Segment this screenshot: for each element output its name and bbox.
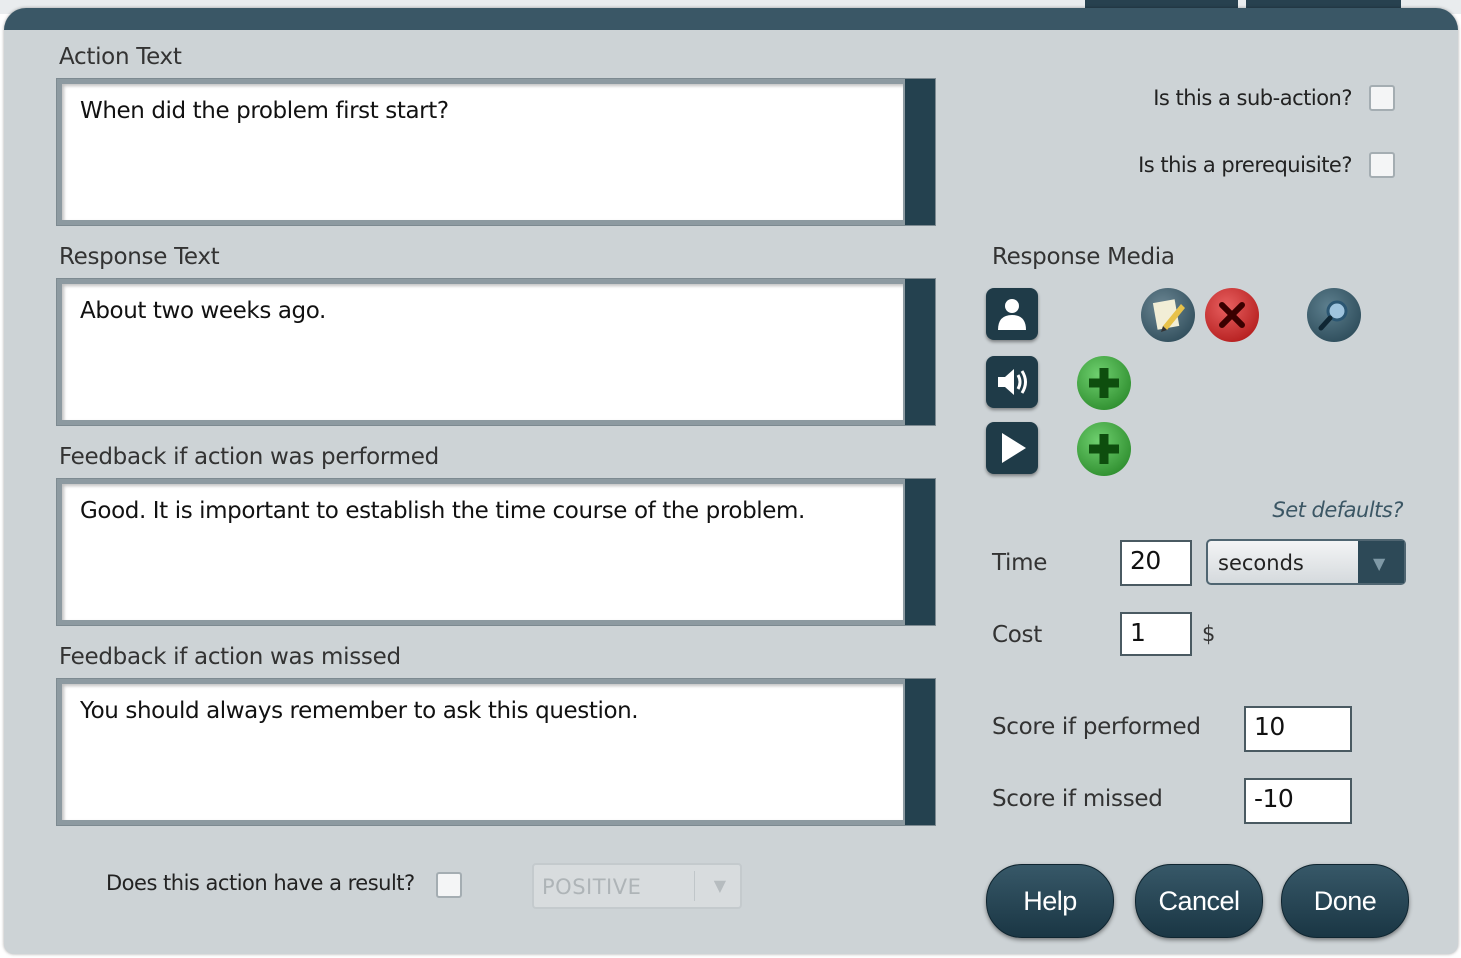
view-icon — [1318, 300, 1348, 331]
edit-media-button[interactable] — [1141, 288, 1195, 342]
time-unit-select[interactable]: seconds ▼ — [1206, 539, 1406, 585]
play-icon — [1002, 433, 1026, 463]
set-defaults-link[interactable]: Set defaults? — [1272, 498, 1403, 522]
action-text-label: Action Text — [59, 44, 182, 70]
feedback-missed-input[interactable]: You should always remember to ask this q… — [62, 684, 903, 820]
time-unit-value: seconds — [1218, 551, 1304, 575]
feedback-missed-area[interactable]: You should always remember to ask this q… — [56, 678, 936, 826]
prerequisite-checkbox[interactable] — [1369, 152, 1395, 178]
add-icon — [1089, 434, 1119, 464]
score-missed-input[interactable]: -10 — [1244, 778, 1352, 824]
prerequisite-label: Is this a prerequisite? — [1138, 153, 1352, 177]
response-text-input[interactable]: About two weeks ago. — [62, 284, 903, 420]
feedback-missed-scrollbar[interactable] — [905, 679, 935, 825]
help-button[interactable]: Help — [986, 864, 1114, 938]
score-missed-label: Score if missed — [992, 786, 1163, 812]
feedback-performed-area[interactable]: Good. It is important to establish the t… — [56, 478, 936, 626]
response-text-scrollbar[interactable] — [905, 279, 935, 425]
result-select-divider — [694, 871, 695, 901]
cost-label: Cost — [992, 622, 1042, 648]
has-result-checkbox[interactable] — [436, 872, 462, 898]
action-editor-dialog: Action Text When did the problem first s… — [4, 8, 1458, 954]
cost-unit: $ — [1202, 622, 1216, 646]
result-select-value: POSITIVE — [542, 875, 642, 899]
delete-icon — [1219, 302, 1245, 328]
add-icon — [1089, 368, 1119, 398]
cancel-button[interactable]: Cancel — [1135, 864, 1263, 938]
feedback-performed-label: Feedback if action was performed — [59, 444, 439, 470]
video-media-button[interactable] — [986, 422, 1038, 474]
feedback-missed-label: Feedback if action was missed — [59, 644, 401, 670]
add-video-button[interactable] — [1077, 422, 1131, 476]
has-result-label: Does this action have a result? — [106, 871, 415, 895]
response-media-label: Response Media — [992, 244, 1175, 270]
audio-media-button[interactable] — [986, 356, 1038, 408]
score-performed-input[interactable]: 10 — [1244, 706, 1352, 752]
time-label: Time — [992, 550, 1048, 576]
time-unit-dropdown[interactable]: ▼ — [1358, 541, 1404, 583]
person-icon — [998, 299, 1026, 330]
add-audio-button[interactable] — [1077, 356, 1131, 410]
action-text-scrollbar[interactable] — [905, 79, 935, 225]
feedback-performed-input[interactable]: Good. It is important to establish the t… — [62, 484, 903, 620]
done-button[interactable]: Done — [1281, 864, 1409, 938]
view-media-button[interactable] — [1307, 288, 1361, 342]
time-input[interactable]: 20 — [1120, 540, 1192, 586]
sub-action-label: Is this a sub-action? — [1153, 86, 1352, 110]
edit-icon — [1152, 299, 1185, 332]
action-text-area[interactable]: When did the problem first start? — [56, 78, 936, 226]
sub-action-checkbox[interactable] — [1369, 85, 1395, 111]
delete-media-button[interactable] — [1205, 288, 1259, 342]
person-media-button[interactable] — [986, 288, 1038, 340]
response-text-area[interactable]: About two weeks ago. — [56, 278, 936, 426]
response-text-label: Response Text — [59, 244, 220, 270]
chevron-down-icon: ▼ — [1373, 554, 1386, 573]
chevron-down-icon: ▼ — [713, 876, 726, 895]
action-text-input[interactable]: When did the problem first start? — [62, 84, 903, 220]
cost-input[interactable]: 1 — [1120, 612, 1192, 656]
dialog-title-bar — [4, 8, 1458, 30]
score-performed-label: Score if performed — [992, 714, 1201, 740]
speaker-icon — [998, 369, 1027, 395]
feedback-performed-scrollbar[interactable] — [905, 479, 935, 625]
result-select[interactable]: POSITIVE ▼ — [532, 863, 742, 909]
